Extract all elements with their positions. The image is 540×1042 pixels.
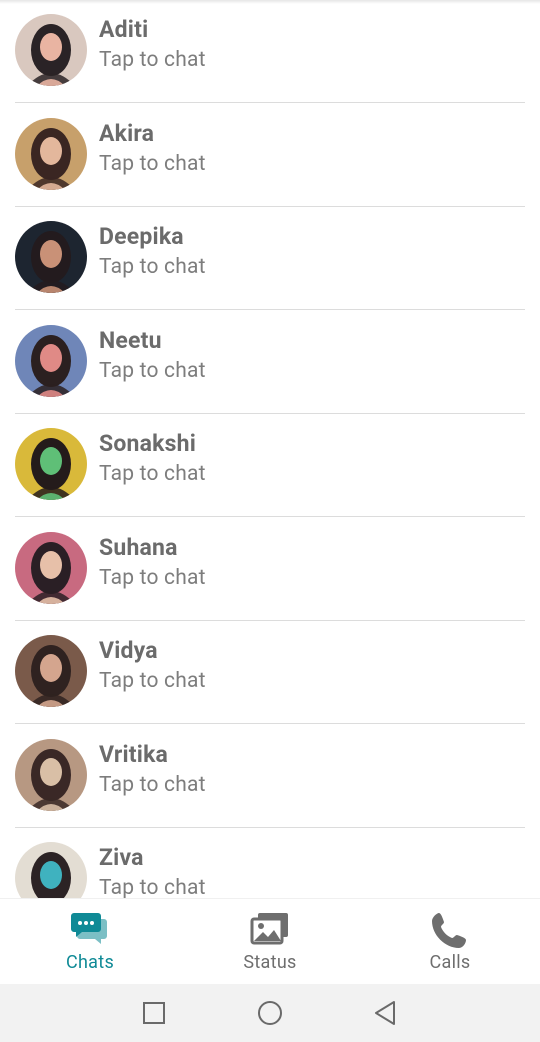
tab-status-label: Status bbox=[243, 952, 297, 973]
triangle-back-icon[interactable] bbox=[370, 998, 400, 1028]
chat-list-item[interactable]: Ziva Tap to chat bbox=[0, 828, 540, 898]
contact-name: Akira bbox=[99, 119, 155, 147]
avatar bbox=[15, 738, 87, 811]
tab-chats[interactable]: Chats bbox=[0, 899, 180, 985]
avatar bbox=[15, 635, 87, 707]
chat-list-item[interactable]: Neetu Tap to chat bbox=[0, 311, 540, 414]
chat-list-item[interactable]: Sonakshi Tap to chat bbox=[0, 414, 540, 517]
photos-icon bbox=[250, 913, 288, 945]
circle-home-icon[interactable] bbox=[255, 998, 285, 1028]
avatar bbox=[15, 531, 87, 604]
contact-name: Vritika bbox=[99, 740, 169, 768]
avatar bbox=[15, 428, 87, 500]
avatar bbox=[15, 117, 87, 190]
chat-subtitle: Tap to chat bbox=[99, 48, 206, 72]
phone-icon bbox=[432, 913, 466, 948]
chat-subtitle: Tap to chat bbox=[99, 876, 206, 898]
chat-list-item[interactable]: Aditi Tap to chat bbox=[0, 0, 540, 103]
avatar bbox=[15, 324, 87, 397]
contact-name: Sonakshi bbox=[99, 430, 197, 457]
square-recents-icon[interactable] bbox=[139, 998, 169, 1028]
chat-subtitle: Tap to chat bbox=[99, 151, 206, 176]
contact-name: Deepika bbox=[99, 223, 184, 250]
app-screen: Aditi Tap to chat Akira Tap to chat Deepika T… bbox=[0, 0, 540, 1042]
system-navigation-bar bbox=[0, 984, 540, 1042]
chat-subtitle: Tap to chat bbox=[99, 772, 206, 797]
chat-subtitle: Tap to chat bbox=[99, 358, 206, 383]
tab-chats-label: Chats bbox=[65, 952, 115, 973]
chat-list-item[interactable]: Suhana Tap to chat bbox=[0, 518, 540, 621]
contact-name: Neetu bbox=[99, 326, 162, 354]
chat-subtitle: Tap to chat bbox=[99, 255, 206, 279]
chat-list-item[interactable]: Akira Tap to chat bbox=[0, 104, 540, 207]
chat-bubbles-icon bbox=[71, 913, 107, 944]
chat-subtitle: Tap to chat bbox=[99, 669, 206, 693]
chat-list[interactable]: Aditi Tap to chat Akira Tap to chat Deepika T… bbox=[0, 0, 540, 898]
contact-name: Vidya bbox=[99, 637, 158, 664]
contact-name: Aditi bbox=[99, 16, 149, 43]
chat-subtitle: Tap to chat bbox=[99, 565, 206, 590]
avatar bbox=[15, 14, 87, 86]
chat-list-item[interactable]: Deepika Tap to chat bbox=[0, 207, 540, 310]
tab-status[interactable]: Status bbox=[180, 899, 360, 985]
chat-list-item[interactable]: Vritika Tap to chat bbox=[0, 725, 540, 828]
contact-name: Suhana bbox=[99, 533, 178, 561]
top-shadow bbox=[0, 0, 540, 4]
tab-calls[interactable]: Calls bbox=[360, 899, 540, 985]
tab-calls-label: Calls bbox=[429, 952, 471, 973]
avatar bbox=[15, 221, 87, 293]
chat-subtitle: Tap to chat bbox=[99, 462, 206, 486]
avatar bbox=[15, 842, 87, 898]
contact-name: Ziva bbox=[99, 844, 144, 871]
chat-list-item[interactable]: Vidya Tap to chat bbox=[0, 621, 540, 724]
bottom-navigation: Chats Status Calls bbox=[0, 898, 540, 985]
